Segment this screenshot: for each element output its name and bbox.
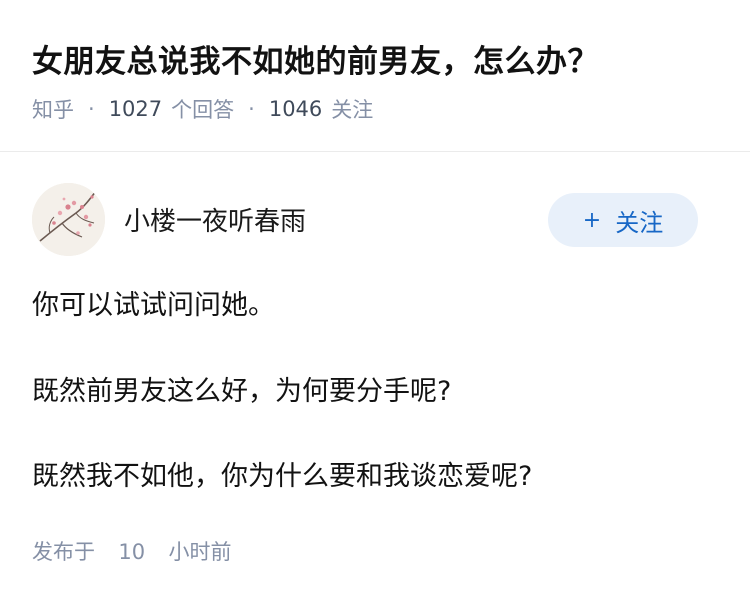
meta-separator: · <box>248 97 255 121</box>
avatar[interactable] <box>32 183 105 256</box>
question-meta: 知乎 · 1027 个回答 · 1046 关注 <box>32 94 373 124</box>
plum-blossom-avatar-icon <box>32 183 105 256</box>
answer-paragraph: 你可以试试问问她。 <box>32 290 275 321</box>
follow-button-label: 关注 <box>615 208 664 237</box>
answer-paragraph: 既然我不如他，你为什么要和我谈恋爱呢? <box>32 461 533 492</box>
follow-button[interactable]: + 关注 <box>548 193 698 247</box>
answer-count: 1027 <box>108 97 163 121</box>
question-title[interactable]: 女朋友总说我不如她的前男友，怎么办？ <box>32 36 599 81</box>
publish-number: 10 <box>118 540 146 564</box>
meta-separator: · <box>88 97 95 121</box>
plus-icon: + <box>582 207 602 233</box>
source-label[interactable]: 知乎 <box>32 94 74 124</box>
answer-paragraph: 既然前男友这么好，为何要分手呢? <box>32 376 452 407</box>
author-name[interactable]: 小楼一夜听春雨 <box>124 201 306 238</box>
divider <box>0 151 750 152</box>
author-row: 小楼一夜听春雨 + 关注 <box>32 183 698 256</box>
publish-time: 发布于 10 小时前 <box>32 536 231 566</box>
follower-count-label: 关注 <box>331 98 374 122</box>
follower-count: 1046 <box>268 97 323 121</box>
publish-suffix: 小时前 <box>168 540 232 564</box>
publish-prefix: 发布于 <box>32 540 95 564</box>
answer-count-label: 个回答 <box>171 98 235 122</box>
